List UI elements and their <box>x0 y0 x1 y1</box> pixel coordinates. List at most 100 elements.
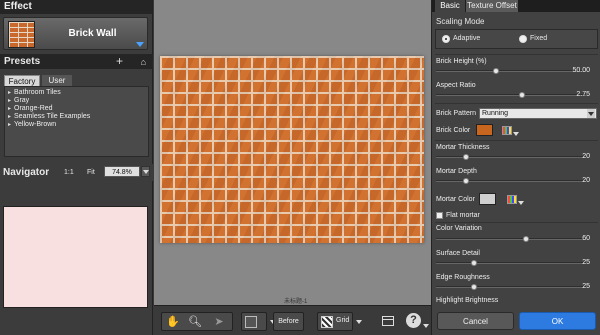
tab-factory[interactable]: Factory <box>4 75 40 86</box>
grid-dropdown-icon[interactable] <box>356 320 362 324</box>
help-icon[interactable]: ? <box>406 313 421 328</box>
mortar-thickness-value[interactable]: 20 <box>582 153 590 160</box>
highlight-brightness-label: Highlight Brightness <box>436 297 499 304</box>
navigator-preview[interactable] <box>3 206 148 308</box>
add-preset-icon[interactable]: + <box>116 54 123 68</box>
tab-texture-offset[interactable]: Texture Offset <box>466 0 518 12</box>
scaling-mode-group: Adaptive Fixed <box>435 29 598 49</box>
brick-height-value[interactable]: 50.00 <box>572 67 590 74</box>
brick-height-slider[interactable] <box>436 68 586 74</box>
aspect-ratio-thumb[interactable] <box>518 92 525 98</box>
mortar-color-swatch[interactable] <box>479 193 496 205</box>
bottom-toolbar: ✋ 🔍︎ ➤ Before Grid ? <box>154 305 431 335</box>
chevron-down-icon <box>587 109 595 118</box>
before-button[interactable]: Before <box>273 312 304 331</box>
effect-section-title: Effect <box>0 0 152 14</box>
surface-detail-label: Surface Detail <box>436 250 480 257</box>
brick-height-label: Brick Height (%) <box>436 58 487 65</box>
fixed-radio[interactable] <box>519 35 527 43</box>
flat-mortar-checkbox[interactable] <box>436 212 443 219</box>
mortar-depth-slider[interactable] <box>436 178 586 184</box>
brick-texture-shade <box>160 56 424 243</box>
pointer-tool-icon[interactable]: ➤ <box>211 315 227 329</box>
settings-tabs: Basic Texture Offset <box>432 0 600 12</box>
divider <box>435 103 598 104</box>
aspect-ratio-slider[interactable] <box>436 92 586 98</box>
tab-user[interactable]: User <box>42 75 72 86</box>
left-panel: Effect Brick Wall Presets + ⌂ Factory Us… <box>0 0 153 335</box>
ok-button[interactable]: OK <box>519 312 596 330</box>
color-palette-icon[interactable] <box>502 126 519 136</box>
color-palette-icon[interactable] <box>507 195 524 205</box>
mortar-thickness-slider[interactable] <box>436 154 586 160</box>
edge-roughness-thumb[interactable] <box>470 284 477 290</box>
hand-tool-icon[interactable]: ✋ <box>165 315 181 329</box>
edge-roughness-slider[interactable] <box>436 284 586 290</box>
zoom-dropdown-button[interactable] <box>141 166 150 177</box>
color-variation-label: Color Variation <box>436 225 482 232</box>
zoom-level-field[interactable]: 74.8% <box>104 166 140 177</box>
surface-detail-slider[interactable] <box>436 260 586 266</box>
cancel-button[interactable]: Cancel <box>437 312 514 330</box>
mortar-thickness-thumb[interactable] <box>463 154 469 160</box>
list-item[interactable]: Yellow-Brown <box>8 121 145 129</box>
divider <box>435 140 598 141</box>
help-dropdown-icon[interactable] <box>423 324 429 328</box>
edge-roughness-value[interactable]: 25 <box>582 283 590 290</box>
preset-list: Bathroom Tiles Gray Orange-Red Seamless … <box>4 86 149 157</box>
list-item[interactable]: Gray <box>8 97 145 105</box>
settings-panel: Basic Texture Offset Scaling Mode Adapti… <box>431 0 600 335</box>
mortar-color-label: Mortar Color <box>436 196 475 203</box>
home-icon[interactable]: ⌂ <box>141 57 146 67</box>
mortar-thickness-label: Mortar Thickness <box>436 144 490 151</box>
flat-mortar-label: Flat mortar <box>446 212 480 219</box>
brick-height-thumb[interactable] <box>493 68 499 74</box>
edge-roughness-label: Edge Roughness <box>436 274 490 281</box>
presets-title: Presets <box>4 56 41 67</box>
list-item[interactable]: Seamless Tile Examples <box>8 113 145 121</box>
brick-color-swatch[interactable] <box>476 124 493 136</box>
brick-pattern-label: Brick Pattern <box>436 110 477 117</box>
mortar-depth-label: Mortar Depth <box>436 168 477 175</box>
mortar-depth-thumb[interactable] <box>463 178 469 184</box>
effect-name: Brick Wall <box>68 28 117 39</box>
zoom-fit-button[interactable]: Fit <box>87 169 95 176</box>
layout-icon[interactable] <box>382 316 394 326</box>
effect-selector[interactable]: Brick Wall <box>3 17 148 50</box>
surface-detail-thumb[interactable] <box>470 260 477 266</box>
document-title: 未标题-1 <box>284 299 308 305</box>
adaptive-radio[interactable] <box>442 35 450 43</box>
adaptive-label: Adaptive <box>453 35 481 42</box>
list-item[interactable]: Bathroom Tiles <box>8 89 145 97</box>
grid-icon <box>321 316 333 328</box>
presets-header: Presets + ⌂ <box>0 54 153 69</box>
effect-dropdown-arrow-icon[interactable] <box>136 42 144 47</box>
color-variation-slider[interactable] <box>436 236 586 242</box>
effect-thumbnail <box>8 21 35 48</box>
color-variation-thumb[interactable] <box>523 236 529 242</box>
brick-pattern-select[interactable]: Running <box>479 108 597 119</box>
navigator-header: Navigator 1:1 Fit 74.8% <box>0 164 153 181</box>
brick-wall-preview[interactable] <box>160 56 424 243</box>
navigator-title: Navigator <box>3 167 50 178</box>
divider <box>435 54 598 55</box>
grid-button[interactable]: Grid <box>317 312 353 331</box>
brick-pattern-value: Running <box>482 110 509 117</box>
tool-group: ✋ 🔍︎ ➤ <box>161 312 233 331</box>
brick-color-label: Brick Color <box>436 127 471 134</box>
mortar-depth-value[interactable]: 20 <box>582 177 590 184</box>
background-swatch-button[interactable] <box>241 312 267 331</box>
zoom-1to1-button[interactable]: 1:1 <box>64 169 74 176</box>
fixed-label: Fixed <box>530 35 548 42</box>
scaling-mode-title: Scaling Mode <box>436 17 485 26</box>
background-swatch <box>245 316 257 328</box>
list-item[interactable]: Orange-Red <box>8 105 145 113</box>
aspect-ratio-value[interactable]: 2.75 <box>576 91 590 98</box>
canvas-area: 未标题-1 <box>154 0 431 305</box>
tab-basic[interactable]: Basic <box>435 0 465 12</box>
color-variation-value[interactable]: 60 <box>582 235 590 242</box>
grid-label: Grid <box>336 317 350 324</box>
zoom-tool-icon[interactable]: 🔍︎ <box>187 315 203 329</box>
surface-detail-value[interactable]: 25 <box>582 259 590 266</box>
divider <box>435 222 598 223</box>
